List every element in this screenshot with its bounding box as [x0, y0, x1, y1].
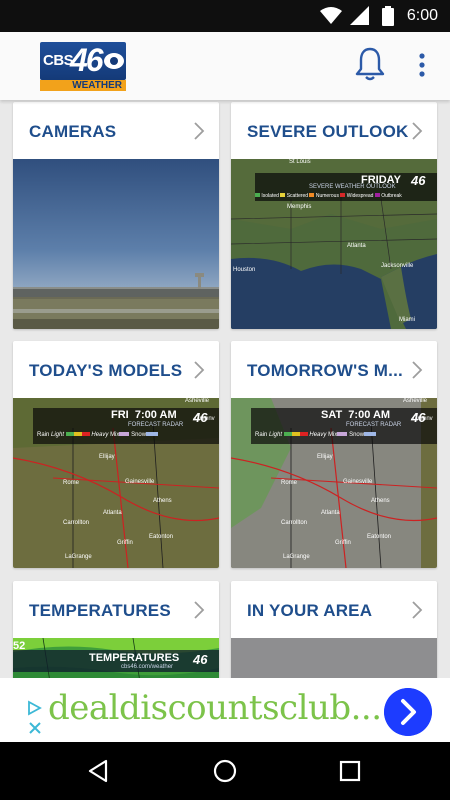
- ad-go-button[interactable]: [384, 688, 432, 736]
- camera-image: [13, 159, 219, 329]
- home-icon[interactable]: [212, 758, 238, 784]
- map-legend: Rain Light Heavy Mix Snow: [255, 432, 377, 438]
- city-label: Gainesville: [125, 479, 155, 485]
- city-label: Memphis: [287, 204, 312, 210]
- map-subtitle: FORECAST RADAR: [128, 422, 184, 428]
- city-label: LaGrange: [65, 554, 92, 560]
- city-label: Ellijay: [317, 454, 333, 460]
- city-label: Greenv: [195, 416, 215, 422]
- close-icon[interactable]: [27, 720, 43, 736]
- city-label: Jacksonville: [381, 263, 414, 269]
- ad-banner[interactable]: dealdiscountsclub...: [0, 678, 450, 742]
- navigation-bar: [0, 742, 450, 800]
- card-severe-outlook[interactable]: SEVERE OUTLOOK FRIDAY SEVERE WEATHER OUT…: [231, 102, 437, 329]
- city-label: LaGrange: [283, 554, 310, 560]
- city-label: Rome: [281, 480, 298, 486]
- city-label: Carrollton: [281, 520, 308, 526]
- card-title: CAMERAS: [29, 122, 117, 141]
- card-temperatures[interactable]: TEMPERATURES TEMPERATURES cbs46.com/weat…: [13, 581, 219, 678]
- clock: 6:00: [406, 7, 438, 24]
- station-logo[interactable]: CBS 46 WEATHER: [40, 42, 126, 91]
- city-label: Greenv: [413, 416, 433, 422]
- map-subtitle: SEVERE WEATHER OUTLOOK: [309, 184, 396, 190]
- cbs-eye-icon: [104, 53, 124, 69]
- city-label: Eatonton: [367, 534, 392, 540]
- chevron-right-icon: [412, 122, 423, 140]
- city-label: Atlanta: [347, 243, 366, 249]
- area-image: [231, 638, 437, 678]
- card-cameras[interactable]: CAMERAS: [13, 102, 219, 329]
- status-bar: 6:00: [0, 0, 450, 32]
- city-label: Asheville: [185, 398, 210, 404]
- radar-map-today: FRI 7:00 AM FORECAST RADAR Rain Light He…: [13, 398, 219, 568]
- severe-outlook-map: FRIDAY SEVERE WEATHER OUTLOOK Isolated S…: [231, 159, 437, 329]
- temperature-map: TEMPERATURES cbs46.com/weather 52 46: [13, 638, 219, 678]
- card-title: TODAY'S MODELS: [29, 361, 183, 380]
- app-bar: CBS 46 WEATHER: [0, 32, 450, 100]
- chevron-right-icon: [194, 122, 205, 140]
- card-title: TOMORROW'S M...: [247, 361, 403, 380]
- more-vert-icon[interactable]: [410, 50, 434, 80]
- city-label: Rome: [63, 480, 80, 486]
- tiles-grid: CAMERAS SEVERE OUTLOOK FRIDAY SEVERE WEA…: [0, 100, 450, 678]
- radar-map-tomorrow: SAT 7:00 AM FORECAST RADAR Rain Light He…: [231, 398, 437, 568]
- logo-subtitle: WEATHER: [40, 80, 126, 91]
- ad-content[interactable]: dealdiscountsclub...: [26, 680, 432, 740]
- map-subtitle: cbs46.com/weather: [121, 664, 174, 670]
- city-label: Griffin: [335, 540, 351, 546]
- bell-icon[interactable]: [354, 46, 386, 82]
- map-subtitle: FORECAST RADAR: [346, 422, 402, 428]
- city-label: Atlanta: [321, 510, 340, 516]
- city-label: Gainesville: [343, 479, 373, 485]
- battery-icon: [382, 6, 394, 26]
- city-label: Houston: [233, 267, 256, 273]
- city-label: Atlanta: [103, 510, 122, 516]
- chevron-right-icon: [412, 361, 423, 379]
- signal-icon: [350, 6, 369, 25]
- logo-brand: CBS: [43, 52, 74, 69]
- city-label: Asheville: [403, 398, 428, 404]
- card-title: IN YOUR AREA: [247, 601, 373, 620]
- city-label: Eatonton: [149, 534, 174, 540]
- ad-text[interactable]: dealdiscountsclub...: [48, 688, 382, 728]
- city-label: Griffin: [117, 540, 133, 546]
- city-label: Miami: [399, 317, 415, 323]
- city-label: Carrollton: [63, 520, 90, 526]
- city-label: St Louis: [289, 159, 311, 165]
- map-logo: 46: [411, 173, 426, 188]
- city-label: Ellijay: [99, 454, 115, 460]
- card-in-your-area[interactable]: IN YOUR AREA: [231, 581, 437, 678]
- map-logo: 46: [193, 652, 208, 667]
- city-label: Athens: [371, 498, 390, 504]
- wifi-icon: [320, 7, 342, 24]
- card-tomorrows-models[interactable]: TOMORROW'S M... SAT 7:00 AM FORECAST RAD…: [231, 341, 437, 568]
- recents-icon[interactable]: [339, 760, 361, 782]
- back-icon[interactable]: [86, 758, 112, 784]
- card-title: TEMPERATURES: [29, 601, 171, 620]
- map-banner: TEMPERATURES: [89, 652, 180, 664]
- map-legend: Rain Light Heavy Mix Snow: [37, 432, 159, 438]
- map-time: SAT 7:00 AM: [321, 409, 391, 421]
- map-legend: Isolated Scattered Numerous Widespread O…: [255, 193, 402, 199]
- map-time: FRI 7:00 AM: [111, 409, 177, 421]
- logo-number: 46: [70, 42, 104, 78]
- city-label: Athens: [153, 498, 172, 504]
- card-title: SEVERE OUTLOOK: [247, 122, 409, 141]
- chevron-right-icon: [194, 601, 205, 619]
- chevron-right-icon: [194, 361, 205, 379]
- chevron-right-icon: [412, 601, 423, 619]
- card-todays-models[interactable]: TODAY'S MODELS FRI 7:00 AM FORECAST RADA…: [13, 341, 219, 568]
- temperature-value: 52: [13, 640, 26, 652]
- adchoices-icon[interactable]: [26, 700, 44, 716]
